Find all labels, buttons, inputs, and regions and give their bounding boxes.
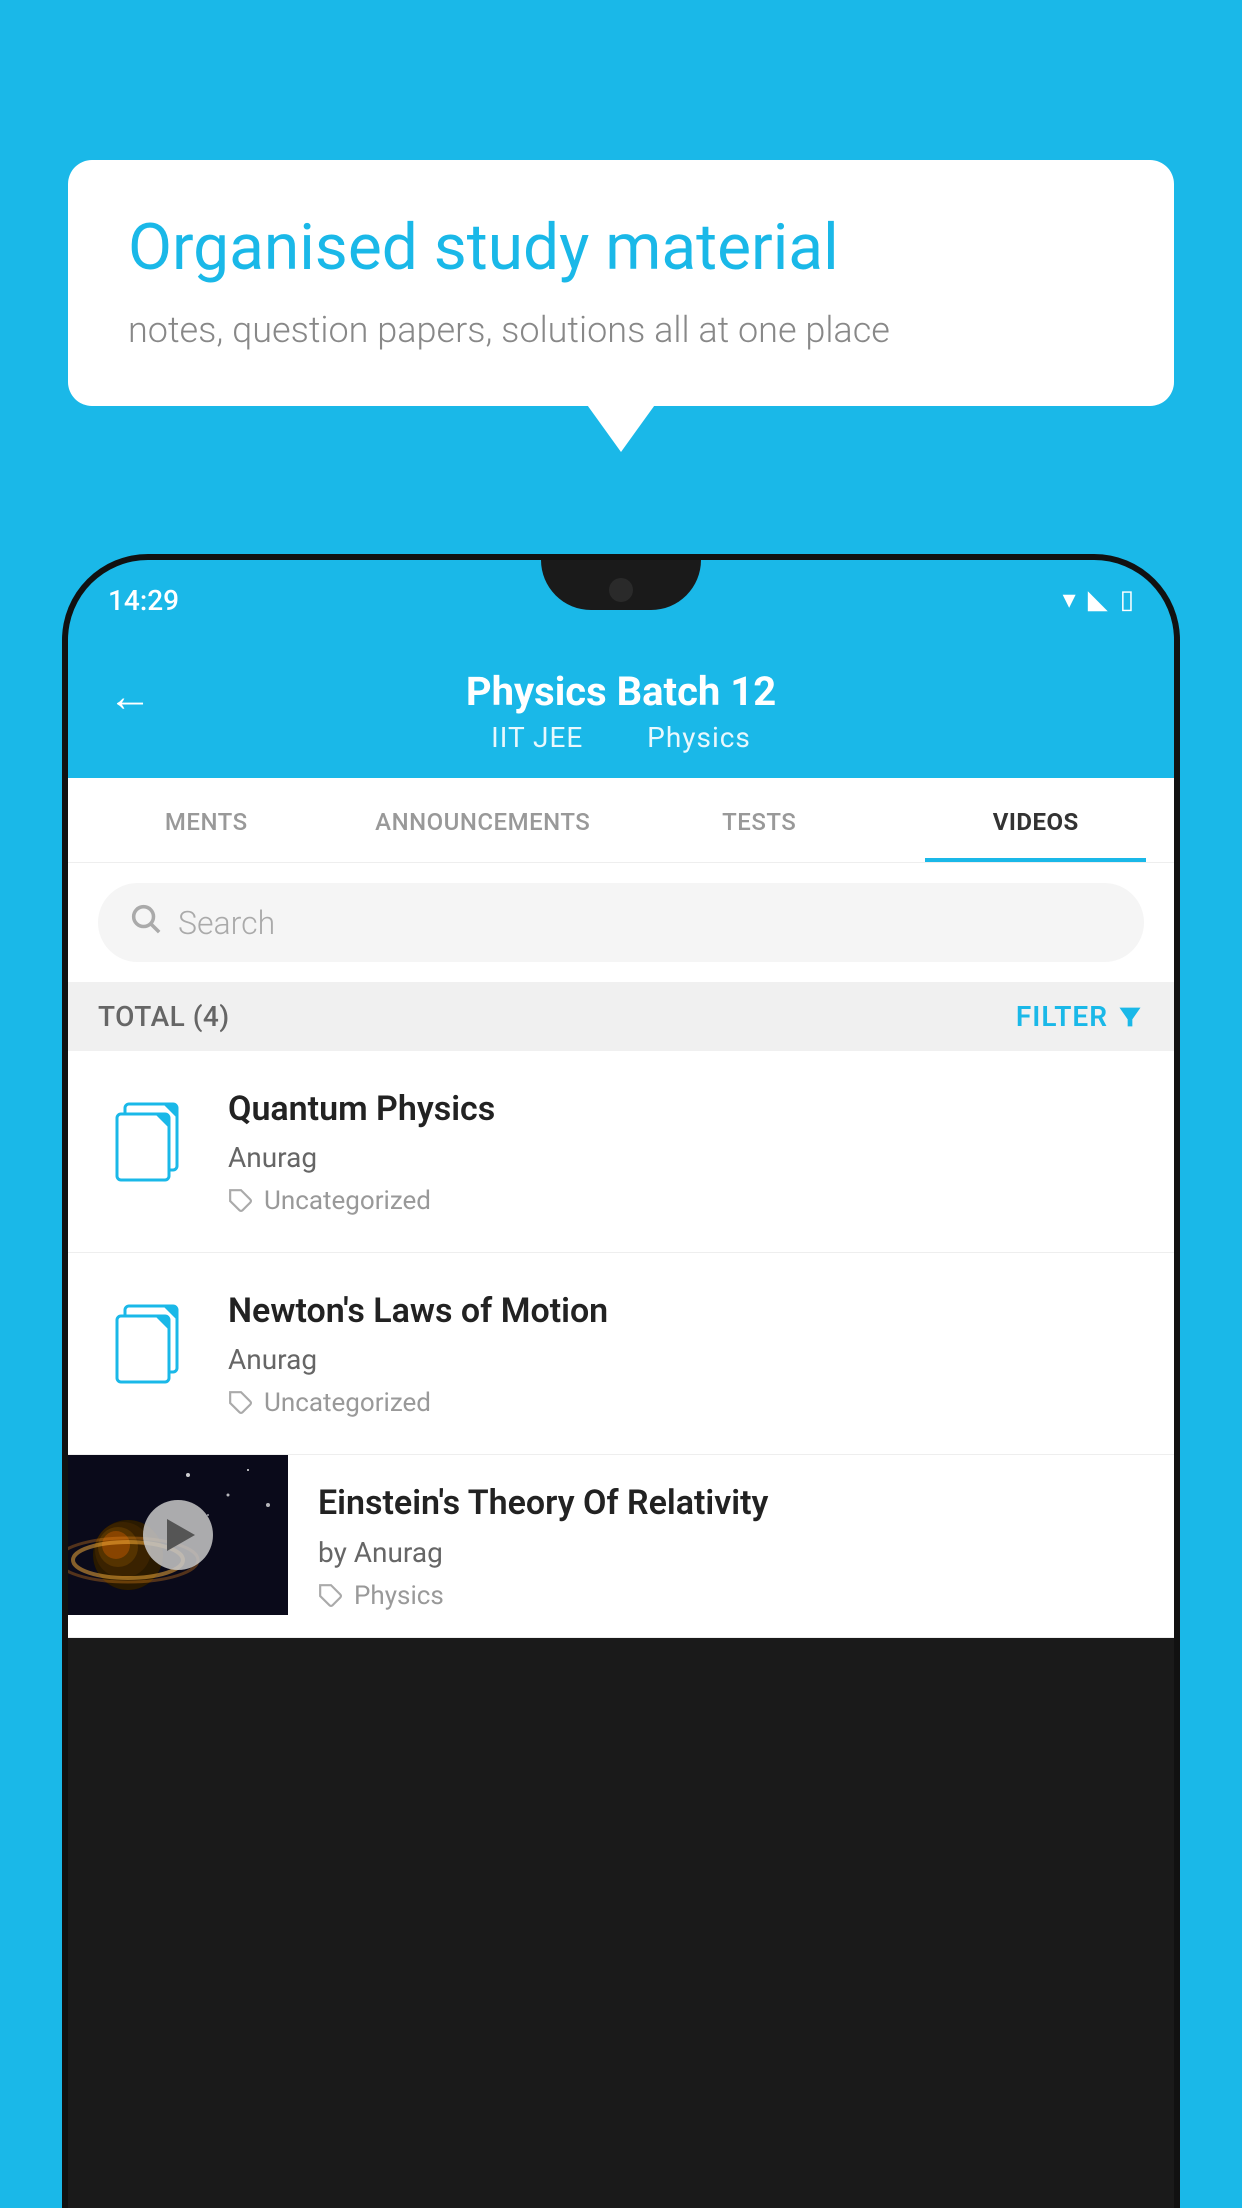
status-icons: ▾ ◣ ▯: [1063, 585, 1134, 615]
status-time: 14:29: [108, 584, 179, 617]
search-icon: [128, 901, 162, 944]
total-count: TOTAL (4): [98, 1000, 230, 1033]
tabs: MENTS ANNOUNCEMENTS TESTS VIDEOS: [68, 778, 1174, 863]
bubble-title: Organised study material: [128, 210, 1114, 287]
subtitle-physics: Physics: [647, 721, 751, 754]
phone-frame: 14:29 ▾ ◣ ▯ ← Physics Batch 12 IIT JEE P…: [68, 560, 1174, 2208]
tab-tests[interactable]: TESTS: [621, 778, 898, 862]
tag-label: Uncategorized: [264, 1388, 431, 1418]
video-thumbnail: [68, 1455, 288, 1615]
video-info: Newton's Laws of Motion Anurag Uncategor…: [228, 1289, 1144, 1418]
battery-icon: ▯: [1120, 585, 1134, 615]
video-folder-icon: [98, 1289, 198, 1399]
tag-label: Physics: [354, 1581, 444, 1611]
video-author: Anurag: [228, 1343, 1144, 1376]
camera-dot: [609, 578, 633, 602]
video-list: Quantum Physics Anurag Uncategorized: [68, 1051, 1174, 1638]
back-button[interactable]: ←: [108, 670, 152, 722]
video-info: Einstein's Theory Of Relativity by Anura…: [318, 1455, 1144, 1636]
video-title: Quantum Physics: [228, 1087, 1144, 1131]
play-icon: [167, 1519, 195, 1551]
app-header: ← Physics Batch 12 IIT JEE Physics: [68, 640, 1174, 778]
video-author: by Anurag: [318, 1536, 1144, 1569]
search-container: Search: [68, 863, 1174, 982]
search-input[interactable]: Search: [178, 904, 275, 942]
video-title: Newton's Laws of Motion: [228, 1289, 1144, 1333]
video-tag: Physics: [318, 1581, 1144, 1611]
filter-button[interactable]: FILTER: [1016, 1000, 1144, 1033]
search-bar[interactable]: Search: [98, 883, 1144, 962]
bubble-subtitle: notes, question papers, solutions all at…: [128, 309, 1114, 351]
signal-icon: ◣: [1088, 585, 1108, 615]
list-item[interactable]: Newton's Laws of Motion Anurag Uncategor…: [68, 1253, 1174, 1455]
play-button[interactable]: [143, 1500, 213, 1570]
tab-ments[interactable]: MENTS: [68, 778, 345, 862]
tag-label: Uncategorized: [264, 1186, 431, 1216]
subtitle-sep: [611, 721, 627, 754]
list-item[interactable]: Quantum Physics Anurag Uncategorized: [68, 1051, 1174, 1253]
filter-label: FILTER: [1016, 1000, 1108, 1033]
filter-bar: TOTAL (4) FILTER: [68, 982, 1174, 1051]
speech-bubble: Organised study material notes, question…: [68, 160, 1174, 406]
video-author: Anurag: [228, 1141, 1144, 1174]
video-tag: Uncategorized: [228, 1388, 1144, 1418]
video-info: Quantum Physics Anurag Uncategorized: [228, 1087, 1144, 1216]
subtitle-iit: IIT JEE: [491, 721, 583, 754]
tab-announcements[interactable]: ANNOUNCEMENTS: [345, 778, 622, 862]
video-title: Einstein's Theory Of Relativity: [318, 1481, 1144, 1525]
video-folder-icon: [98, 1087, 198, 1197]
list-item[interactable]: Einstein's Theory Of Relativity by Anura…: [68, 1455, 1174, 1637]
header-title: Physics Batch 12: [466, 668, 776, 715]
wifi-icon: ▾: [1063, 585, 1076, 615]
tab-videos[interactable]: VIDEOS: [898, 778, 1175, 862]
video-tag: Uncategorized: [228, 1186, 1144, 1216]
header-subtitle: IIT JEE Physics: [481, 721, 761, 754]
